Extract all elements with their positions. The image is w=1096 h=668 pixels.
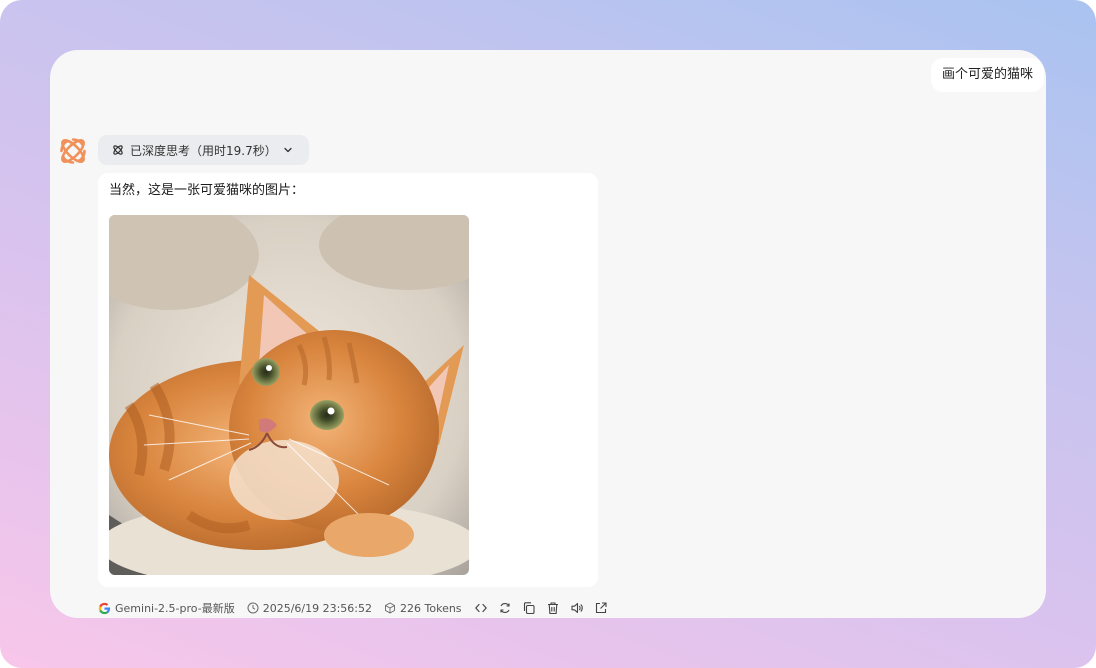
regenerate-icon[interactable] (498, 601, 512, 615)
copy-icon[interactable] (522, 601, 536, 615)
assistant-message-card: 当然，这是一张可爱猫咪的图片： (98, 173, 598, 587)
model-name: Gemini-2.5-pro-最新版 (115, 602, 235, 615)
speaker-icon[interactable] (570, 601, 584, 615)
token-info: 226 Tokens (384, 602, 462, 615)
assistant-response-text: 当然，这是一张可爱猫咪的图片： (109, 183, 305, 198)
message-meta-bar: Gemini-2.5-pro-最新版 2025/6/19 23:56:52 22… (98, 599, 618, 617)
model-info: Gemini-2.5-pro-最新版 (98, 600, 235, 616)
google-logo-icon (98, 602, 111, 614)
thinking-toggle[interactable]: 已深度思考（用时19.7秒） (98, 135, 309, 165)
chat-window: 画个可爱的猫咪 已深度思考（用时19.7秒） 当然，这是一张可爱猫咪的图片： G… (50, 50, 1046, 618)
timestamp: 2025/6/19 23:56:52 (262, 601, 373, 615)
timestamp-info: 2025/6/19 23:56:52 (247, 602, 372, 615)
user-message-bubble: 画个可爱的猫咪 (930, 58, 1044, 92)
delete-icon[interactable] (546, 601, 560, 615)
chevron-down-icon (284, 147, 292, 153)
code-icon[interactable] (474, 601, 488, 615)
assistant-avatar-icon (56, 134, 90, 168)
share-icon[interactable] (594, 601, 608, 615)
token-count: 226 Tokens (400, 601, 462, 615)
thinking-label: 已深度思考（用时19.7秒） (130, 143, 277, 158)
clock-icon (247, 602, 259, 614)
cube-icon (385, 602, 395, 614)
atom-icon (113, 145, 123, 155)
generated-cat-image[interactable] (109, 215, 469, 575)
